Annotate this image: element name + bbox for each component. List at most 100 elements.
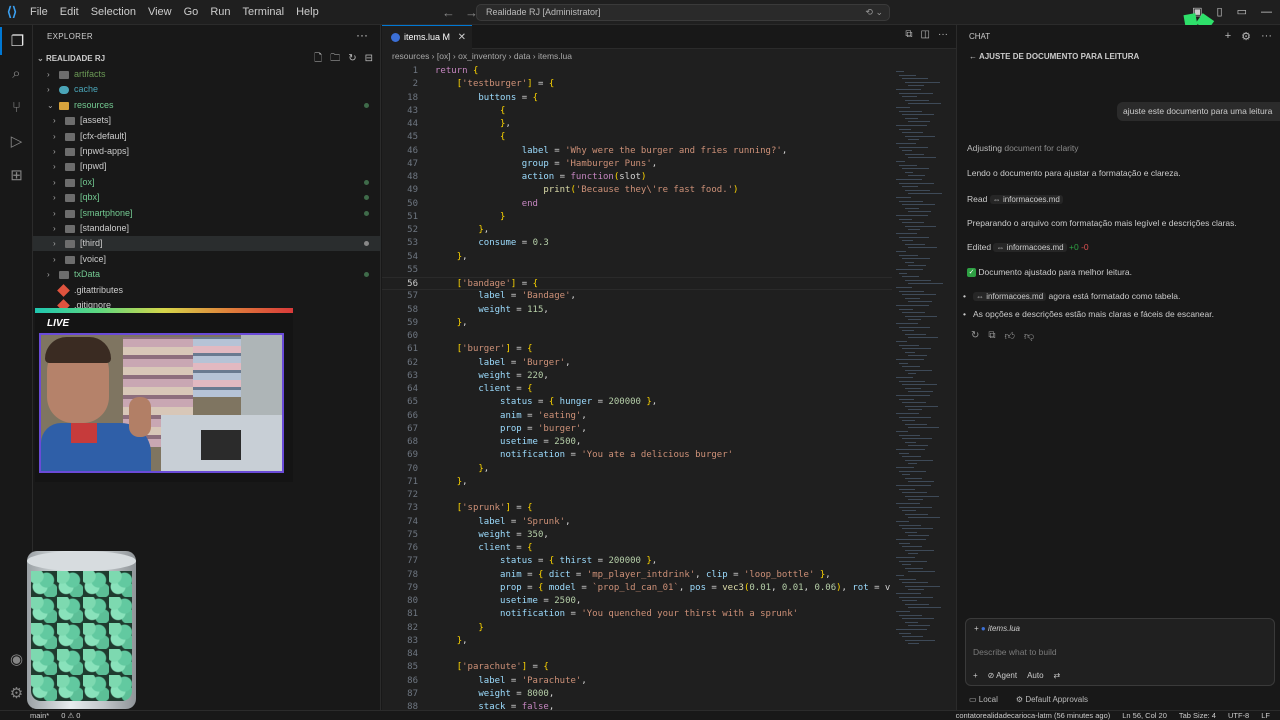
breadcrumb[interactable]: resources › [ox] › ox_inventory › data ›… bbox=[392, 51, 572, 61]
menu-edit[interactable]: Edit bbox=[54, 0, 85, 25]
new-file-icon[interactable]: 🗋 bbox=[314, 51, 322, 67]
tree-item[interactable]: › [smartphone] bbox=[33, 206, 381, 221]
tree-item[interactable]: › [ox] bbox=[33, 175, 381, 190]
code-line[interactable]: 48 action = function(slot) bbox=[382, 171, 892, 184]
code-line[interactable]: 44 }, bbox=[382, 118, 892, 131]
git-branch[interactable]: main* bbox=[30, 711, 49, 720]
panel-toggle-icon[interactable]: ▭ bbox=[1237, 0, 1247, 25]
code-line[interactable]: 58 weight = 115, bbox=[382, 304, 892, 317]
code-line[interactable]: 60 bbox=[382, 330, 892, 343]
back-arrow-icon[interactable]: ← bbox=[442, 0, 455, 25]
code-line[interactable]: 61 ['burger'] = { bbox=[382, 343, 892, 356]
chevron-right-icon[interactable]: › bbox=[53, 129, 56, 144]
code-area[interactable]: 1 return {2 ['testburger'] = {18 buttons … bbox=[382, 65, 892, 710]
code-line[interactable]: 65 status = { hunger = 200000 }, bbox=[382, 396, 892, 409]
chevron-right-icon[interactable]: › bbox=[53, 252, 56, 267]
code-line[interactable]: 82 } bbox=[382, 622, 892, 635]
code-line[interactable]: 69 notification = 'You ate a delicious b… bbox=[382, 449, 892, 462]
encoding[interactable]: UTF-8 bbox=[1228, 711, 1249, 720]
code-line[interactable]: 72 bbox=[382, 489, 892, 502]
workspace-root[interactable]: ⌄ REALIDADE RJ 🗋 🗀 ↻ ⊟ bbox=[37, 51, 381, 67]
tree-item[interactable]: › txData bbox=[33, 267, 381, 282]
file-chip[interactable]: ⇔ informacoes.md bbox=[989, 195, 1063, 204]
code-line[interactable]: 64 client = { bbox=[382, 383, 892, 396]
tree-item[interactable]: › [voice] bbox=[33, 252, 381, 267]
end-of-line[interactable]: LF bbox=[1261, 711, 1270, 720]
chevron-right-icon[interactable]: › bbox=[53, 144, 56, 159]
tree-item[interactable]: › [assets] bbox=[33, 113, 381, 128]
code-line[interactable]: 56 ['bandage'] = { bbox=[382, 277, 892, 290]
code-line[interactable]: 77 status = { thirst = 200000 }, bbox=[382, 555, 892, 568]
code-line[interactable]: 79 prop = { model = `prop_ld_can_01`, po… bbox=[382, 582, 892, 595]
tree-item[interactable]: › artifacts bbox=[33, 67, 381, 82]
problems-indicator[interactable]: 0 ⚠ 0 bbox=[61, 711, 80, 720]
thumbs-down-icon[interactable]: 👎︎ bbox=[1024, 330, 1034, 342]
code-line[interactable]: 50 end bbox=[382, 198, 892, 211]
menu-help[interactable]: Help bbox=[290, 0, 325, 25]
retry-icon[interactable]: ↻ bbox=[971, 330, 979, 342]
code-line[interactable]: 70 }, bbox=[382, 463, 892, 476]
menu-view[interactable]: View bbox=[142, 0, 178, 25]
menu-terminal[interactable]: Terminal bbox=[237, 0, 291, 25]
search-icon[interactable]: ⌕ bbox=[0, 59, 33, 87]
chevron-right-icon[interactable]: › bbox=[53, 175, 56, 190]
minimize-icon[interactable]: — bbox=[1261, 0, 1272, 25]
file-chip[interactable]: ⇔ informacoes.md bbox=[973, 292, 1047, 301]
thumbs-up-icon[interactable]: 👍︎ bbox=[1005, 330, 1015, 342]
minimap[interactable] bbox=[892, 65, 950, 710]
code-line[interactable]: 45 { bbox=[382, 131, 892, 144]
code-line[interactable]: 18 buttons = { bbox=[382, 92, 892, 105]
copilot-icon[interactable]: ⟲ ⌄ bbox=[865, 5, 883, 20]
editor-more-icon[interactable]: ··· bbox=[938, 29, 948, 40]
close-tab-icon[interactable]: ✕ bbox=[458, 26, 466, 49]
code-line[interactable]: 67 prop = 'burger', bbox=[382, 423, 892, 436]
chevron-right-icon[interactable]: › bbox=[53, 236, 56, 251]
source-control-icon[interactable]: ⑂ bbox=[0, 93, 33, 121]
code-line[interactable]: 1 return { bbox=[382, 65, 892, 78]
chevron-right-icon[interactable]: › bbox=[53, 206, 56, 221]
refresh-icon[interactable]: ↻ bbox=[348, 51, 356, 67]
tree-item[interactable]: › [npwd-apps] bbox=[33, 144, 381, 159]
tree-item[interactable]: › [npwd] bbox=[33, 159, 381, 174]
chevron-right-icon[interactable]: › bbox=[53, 159, 56, 174]
code-line[interactable]: 63 weight = 220, bbox=[382, 370, 892, 383]
chevron-right-icon[interactable]: › bbox=[47, 67, 50, 82]
code-line[interactable]: 59 }, bbox=[382, 317, 892, 330]
menu-file[interactable]: File bbox=[24, 0, 54, 25]
chevron-right-icon[interactable]: › bbox=[47, 267, 50, 282]
code-line[interactable]: 80 usetime = 2500, bbox=[382, 595, 892, 608]
code-line[interactable]: 51 } bbox=[382, 211, 892, 224]
command-center[interactable]: Realidade RJ [Administrator] ⟲ ⌄ bbox=[476, 4, 890, 21]
code-line[interactable]: 87 weight = 8000, bbox=[382, 688, 892, 701]
approvals-dropdown[interactable]: ⚙ Default Approvals bbox=[1016, 695, 1088, 704]
file-chip[interactable]: ⇔ informacoes.md bbox=[993, 243, 1067, 252]
split-editor-icon[interactable]: ◫ bbox=[921, 29, 930, 40]
model-dropdown[interactable]: Auto bbox=[1027, 671, 1043, 680]
code-line[interactable]: 47 group = 'Hamburger Puns', bbox=[382, 158, 892, 171]
code-line[interactable]: 88 stack = false, bbox=[382, 701, 892, 710]
code-line[interactable]: 68 usetime = 2500, bbox=[382, 436, 892, 449]
menu-go[interactable]: Go bbox=[178, 0, 205, 25]
chevron-right-icon[interactable]: › bbox=[53, 221, 56, 236]
code-line[interactable]: 46 label = 'Why were the burger and frie… bbox=[382, 145, 892, 158]
code-line[interactable]: 78 anim = { dict = 'mp_player_intdrink',… bbox=[382, 569, 892, 582]
code-line[interactable]: 62 label = 'Burger', bbox=[382, 357, 892, 370]
menu-run[interactable]: Run bbox=[204, 0, 236, 25]
code-line[interactable]: 83 }, bbox=[382, 635, 892, 648]
extensions-icon[interactable]: ⊞ bbox=[0, 161, 33, 189]
code-line[interactable]: 84 bbox=[382, 648, 892, 661]
chat-input[interactable]: Describe what to build bbox=[973, 647, 1057, 657]
code-line[interactable]: 54 }, bbox=[382, 251, 892, 264]
agent-mode-dropdown[interactable]: ⊘ Agent bbox=[988, 671, 1017, 680]
git-blame[interactable]: contatorealidadecarioca-latm (56 minutes… bbox=[956, 711, 1111, 720]
run-debug-icon[interactable]: ▷ bbox=[0, 127, 33, 155]
code-line[interactable]: 49 print('Because they\'re fast food.') bbox=[382, 184, 892, 197]
code-line[interactable]: 71 }, bbox=[382, 476, 892, 489]
chat-title[interactable]: ← AJUSTE DE DOCUMENTO PARA LEITURA bbox=[969, 52, 1139, 61]
compare-icon[interactable]: ⧉ bbox=[905, 29, 912, 40]
code-line[interactable]: 43 { bbox=[382, 105, 892, 118]
tree-item[interactable]: › [qbx] bbox=[33, 190, 381, 205]
code-line[interactable]: 2 ['testburger'] = { bbox=[382, 78, 892, 91]
chevron-right-icon[interactable]: › bbox=[53, 190, 56, 205]
new-folder-icon[interactable]: 🗀 bbox=[330, 51, 340, 67]
